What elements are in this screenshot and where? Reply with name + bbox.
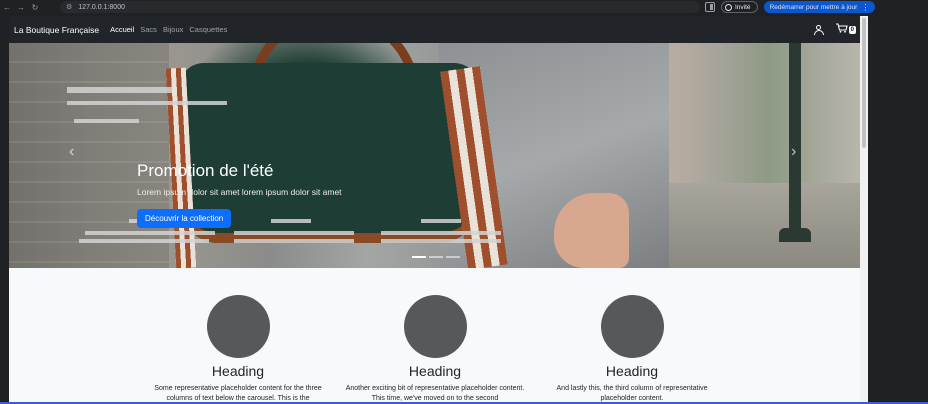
profile-button[interactable]: Invité [721,1,758,13]
carousel-indicator[interactable] [412,256,426,258]
carousel-indicator[interactable] [429,256,443,258]
marketing-columns: Heading Some representative placeholder … [9,268,860,404]
scrollbar-thumb[interactable] [862,18,866,148]
browser-toolbar: ← → ↻ ⚙ 127.0.0.1:8000 Invité Redémarrer… [0,0,928,14]
address-bar[interactable]: ⚙ 127.0.0.1:8000 [60,1,700,13]
site-settings-icon[interactable]: ⚙ [66,3,72,11]
side-panel-icon[interactable] [705,2,715,12]
column-heading: Heading [605,363,659,379]
carousel-caption: Promotion de l'été Lorem ipsum dolor sit… [137,161,342,228]
site-navbar: La Boutique Française Accueil Sacs Bijou… [9,16,868,43]
nav-link-casquettes[interactable]: Casquettes [189,25,227,34]
nav-link-sacs[interactable]: Sacs [140,25,157,34]
nav-link-bijoux[interactable]: Bijoux [163,25,183,34]
discover-collection-button[interactable]: Découvrir la collection [137,209,232,228]
reload-icon[interactable]: ↻ [28,0,42,14]
carousel-prev-icon[interactable]: ‹ [69,143,74,161]
menu-icon[interactable]: ⋮ [861,3,869,12]
profile-label: Invité [735,3,751,11]
hero-carousel: ‹ › Promotion de l'été Lorem ipsum dolor… [9,43,860,268]
placeholder-circle [600,295,664,358]
update-button[interactable]: Redémarrer pour mettre à jour ⋮ [763,1,876,13]
marketing-column: Heading Some representative placeholder … [148,295,328,404]
url-text[interactable]: 127.0.0.1:8000 [78,4,125,11]
cart-count-badge: 0 [848,25,856,34]
carousel-indicators [412,256,460,258]
forward-icon[interactable]: → [14,0,28,14]
column-text: Some representative placeholder content … [154,385,322,402]
update-label: Redémarrer pour mettre à jour [769,3,858,11]
placeholder-circle [206,295,270,358]
profile-icon [725,3,732,11]
column-text: And lastly this, the third column of rep… [556,385,708,402]
back-icon[interactable]: ← [0,0,14,14]
column-heading: Heading [211,363,265,379]
column-heading: Heading [408,363,462,379]
marketing-column: Heading And lastly this, the third colum… [542,295,722,404]
carousel-title: Promotion de l'été [137,161,274,180]
user-icon[interactable] [813,24,824,35]
cart-button[interactable]: 0 [835,23,856,36]
site-brand[interactable]: La Boutique Française [14,25,99,35]
marketing-column: Heading Another exciting bit of represen… [345,295,525,404]
carousel-next-icon[interactable]: › [791,143,796,161]
cart-icon [835,23,848,36]
page-viewport: La Boutique Française Accueil Sacs Bijou… [9,16,868,404]
column-text: Another exciting bit of representative p… [345,385,525,402]
nav-link-accueil[interactable]: Accueil [110,25,134,34]
carousel-indicator[interactable] [446,256,460,258]
carousel-subtitle: Lorem ipsum dolor sit amet lorem ipsum d… [137,187,342,197]
placeholder-circle [403,295,467,358]
